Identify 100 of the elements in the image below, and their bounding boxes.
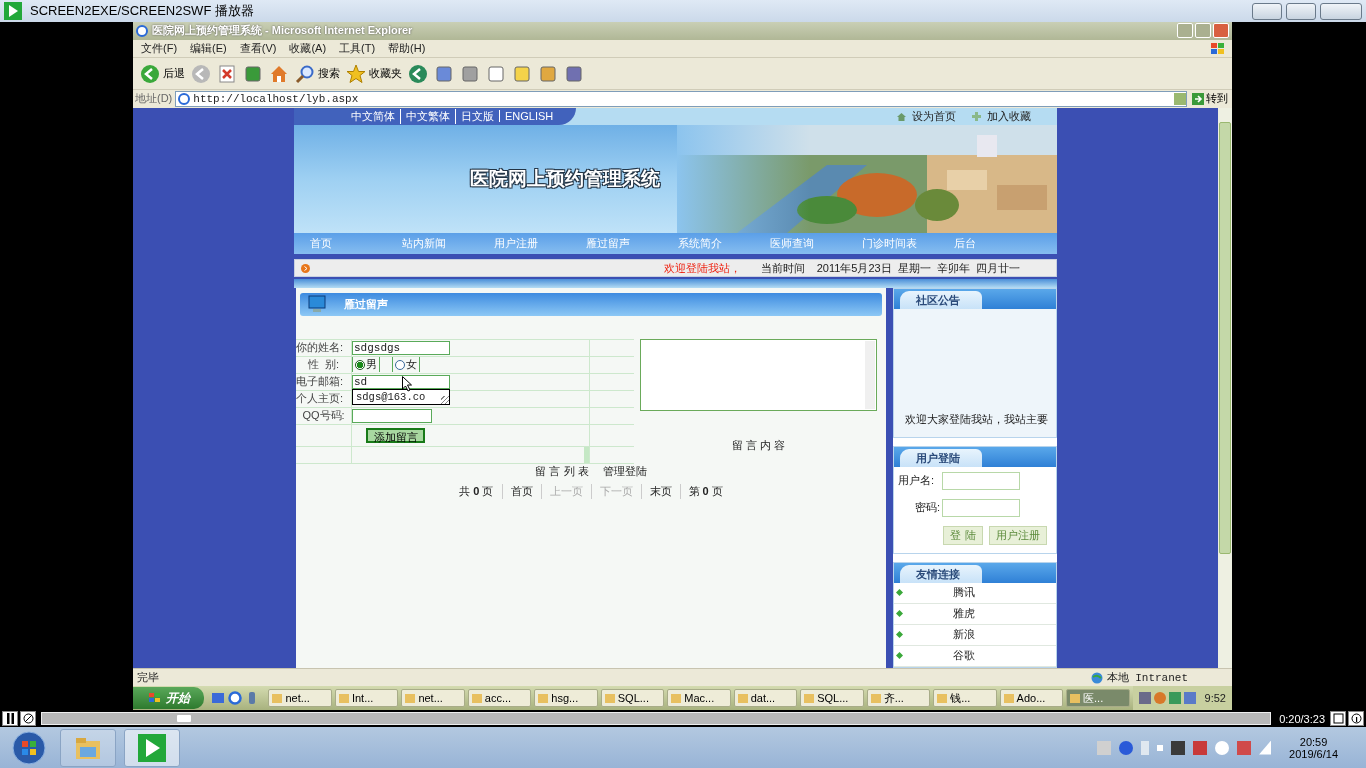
fullscreen-button[interactable] xyxy=(1330,711,1346,726)
taskbar-button[interactable]: SQL... xyxy=(800,689,864,708)
field-label: 用户名: xyxy=(898,473,936,489)
add-message-button[interactable]: 添加留言 xyxy=(366,427,425,443)
login-form-button[interactable]: 登 陆 xyxy=(943,525,983,545)
taskbar-button[interactable]: Ado... xyxy=(999,689,1064,708)
seek-bar[interactable] xyxy=(41,712,1272,725)
start-button[interactable]: 开始 xyxy=(133,687,205,710)
field-label: 个人主页: xyxy=(296,390,352,407)
seek-thumb[interactable] xyxy=(177,715,192,722)
language-link[interactable]: ENGLISH xyxy=(499,110,559,123)
clock[interactable]: 20:59 2019/6/14 xyxy=(1289,735,1360,760)
pause-button[interactable] xyxy=(2,711,18,726)
taskbar-button[interactable]: net... xyxy=(401,689,465,708)
player-logo-icon xyxy=(138,733,166,762)
ie-logo-icon[interactable] xyxy=(228,691,243,706)
tray-icon[interactable] xyxy=(1138,692,1151,705)
radio-label[interactable]: 男 xyxy=(366,357,377,373)
password-field[interactable] xyxy=(942,498,1020,517)
back-icon xyxy=(140,63,160,84)
taskbar-button[interactable]: hsg... xyxy=(534,689,598,708)
bullet-icon xyxy=(896,631,903,639)
menu-item[interactable]: 文件(F) xyxy=(141,41,178,57)
tray-icon[interactable] xyxy=(1193,740,1208,755)
monitor-icon xyxy=(308,295,326,314)
taskbar-button[interactable]: 钱... xyxy=(933,689,997,708)
date-text: 2011年5月23日 星期一 辛卯年 四月廿一 xyxy=(816,260,1020,276)
menu-item[interactable]: 帮助(H) xyxy=(388,41,426,57)
pager-link[interactable]: 末页 xyxy=(640,483,680,499)
status-text: 完毕 xyxy=(137,670,159,686)
toolbar-button[interactable]: 搜索 xyxy=(293,61,342,86)
toolbar-button[interactable]: 收藏夹 xyxy=(344,61,404,86)
taskbar-button[interactable]: SQL... xyxy=(600,689,665,708)
taskbar-button[interactable]: Mac... xyxy=(667,689,731,708)
search-icon xyxy=(295,63,315,84)
close-button[interactable] xyxy=(1320,2,1362,20)
tray-icon[interactable] xyxy=(1171,740,1186,755)
radio-label[interactable]: 女 xyxy=(406,357,417,373)
toolbar-button[interactable]: 后退 xyxy=(138,61,187,86)
playback-time: 0:20/3:23 xyxy=(1278,712,1326,725)
menu-item[interactable]: 收藏(A) xyxy=(289,41,327,57)
language-link[interactable]: 中文繁体 xyxy=(400,108,455,124)
vertical-scrollbar[interactable] xyxy=(1218,107,1232,668)
menu-item[interactable]: 编辑(E) xyxy=(190,41,227,57)
field-label: 密码: xyxy=(913,500,940,516)
taskbar-button[interactable]: dat... xyxy=(733,689,798,708)
pause-icon xyxy=(5,713,15,724)
taskbar-button[interactable]: net... xyxy=(268,689,332,708)
star-icon xyxy=(346,63,366,84)
menu-item[interactable]: 查看(V) xyxy=(239,41,277,57)
window-title: SCREEN2EXE/SCREEN2SWF 播放器 xyxy=(30,2,254,20)
taskbar-button[interactable]: 齐... xyxy=(866,689,931,708)
message-label: 留 言 内 容 xyxy=(731,437,786,453)
info-button[interactable] xyxy=(1348,711,1364,726)
language-link[interactable]: 中文简体 xyxy=(346,108,400,124)
explorer-taskbar-button[interactable] xyxy=(60,728,116,767)
field-label: 性 别: xyxy=(296,356,352,373)
banner-title: 医院网上预约管理系统 xyxy=(469,167,661,191)
list-link[interactable]: 管理登陆 xyxy=(602,463,647,479)
message-textarea[interactable] xyxy=(640,338,877,411)
text-field[interactable] xyxy=(352,408,432,423)
list-link[interactable]: 留 言 列 表 xyxy=(535,463,589,479)
bullet-icon xyxy=(896,610,903,618)
top-link[interactable]: 设为首页 xyxy=(912,108,956,124)
security-zone: 本地 Intranet xyxy=(1106,671,1188,686)
top-link[interactable]: 加入收藏 xyxy=(987,108,1031,124)
player-taskbar-button[interactable] xyxy=(124,728,180,767)
taskbar-button[interactable]: 医... xyxy=(1066,689,1130,708)
menu-item[interactable]: 工具(T) xyxy=(339,41,376,57)
friend-link[interactable]: 腾讯 xyxy=(953,585,975,601)
welcome-text: 欢迎登陆我站， xyxy=(663,260,741,276)
go-button[interactable]: 转到 xyxy=(1190,91,1230,107)
friend-link[interactable]: 雅虎 xyxy=(953,606,975,622)
username-field[interactable] xyxy=(942,471,1020,490)
maximize-button[interactable] xyxy=(1195,23,1211,39)
pager-link[interactable]: 第 0 页 xyxy=(679,483,731,499)
bullet-icon xyxy=(896,589,903,597)
text-field[interactable]: sd xyxy=(352,374,450,389)
language-link[interactable]: 日文版 xyxy=(455,108,499,124)
stop-icon[interactable] xyxy=(20,711,36,726)
friend-link[interactable]: 谷歌 xyxy=(953,648,975,664)
clock: 9:52 xyxy=(1204,692,1226,705)
pager-link[interactable]: 首页 xyxy=(501,483,541,499)
address-field[interactable]: http://localhost/lyb.aspx xyxy=(175,90,1187,107)
notice-text: 欢迎大家登陆我站，我站主要 xyxy=(905,411,1048,427)
start-orb-icon[interactable] xyxy=(12,730,46,765)
help-icon[interactable] xyxy=(1119,740,1134,755)
radio-button[interactable] xyxy=(395,359,405,370)
text-field[interactable]: sdgsdgs xyxy=(352,340,450,355)
restore-button[interactable] xyxy=(1286,2,1316,20)
taskbar-button[interactable]: acc... xyxy=(467,689,532,708)
minimize-button[interactable] xyxy=(1252,2,1282,20)
radio-button[interactable] xyxy=(355,359,365,370)
ie-logo-icon xyxy=(136,24,148,37)
widget-title: 友情连接 xyxy=(900,564,982,583)
login-form-button[interactable]: 用户注册 xyxy=(988,525,1047,545)
taskbar-button[interactable]: Int... xyxy=(334,689,399,708)
friend-link[interactable]: 新浪 xyxy=(953,627,975,643)
plus-icon xyxy=(972,111,981,121)
pager-link[interactable]: 共 0 页 xyxy=(451,483,502,499)
